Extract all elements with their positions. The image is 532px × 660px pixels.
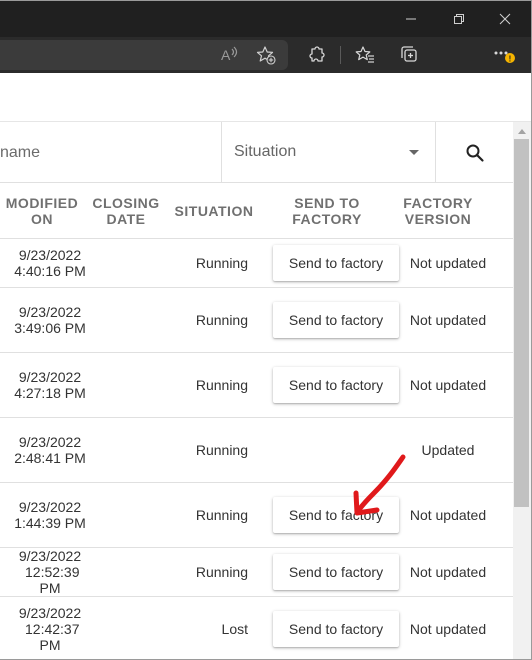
header-factory-version[interactable]: FACTORY VERSION xyxy=(396,183,480,239)
situation-cell: Running xyxy=(195,255,248,271)
closing-date-cell xyxy=(86,418,166,482)
factory-version-cell: Not updated xyxy=(409,564,487,580)
factory-version-cell: Not updated xyxy=(409,255,487,271)
caret-down-icon xyxy=(409,150,419,155)
factory-version-cell: Updated xyxy=(421,442,475,458)
situation-cell: Running xyxy=(195,442,248,458)
filter-bar: Situation xyxy=(0,122,513,183)
red-arrow-annotation xyxy=(353,454,406,516)
header-closing-date[interactable]: CLOSING DATE xyxy=(86,183,166,239)
modified-on-cell: 9/23/2022 2:48:41 PM xyxy=(0,418,100,482)
table-row: 9/23/2022 1:44:39 PM Running Send to factor… xyxy=(0,483,513,548)
favorites-icon[interactable] xyxy=(347,37,383,73)
modified-on-cell: 9/23/2022 12:52:39 PM xyxy=(0,548,100,596)
send-to-factory-cell: Send to factory xyxy=(270,597,402,659)
modified-time: 4:27:18 PM xyxy=(14,385,86,401)
browser-window: A ! name Situation MODIFIED ON CLOSING D… xyxy=(0,0,532,660)
send-to-factory-button[interactable]: Send to factory xyxy=(273,302,399,338)
svg-text:A: A xyxy=(221,47,231,63)
situation-cell: Lost xyxy=(221,620,248,637)
name-input[interactable] xyxy=(0,142,210,164)
table-row: 9/23/2022 4:27:18 PM Running Send to factor… xyxy=(0,353,513,418)
send-to-factory-cell: Send to factory xyxy=(270,288,402,352)
modified-time: 12:42:37 PM xyxy=(25,620,80,653)
collections-icon[interactable] xyxy=(391,37,427,73)
scrollbar-thumb[interactable] xyxy=(514,139,529,507)
close-icon[interactable] xyxy=(482,1,528,37)
closing-date-cell xyxy=(86,239,166,287)
situation-cell: Running xyxy=(195,377,248,393)
modified-time: 12:52:39 PM xyxy=(25,564,80,596)
table-row: 9/23/2022 2:48:41 PM Running Updated xyxy=(0,418,513,483)
modified-date: 9/23/2022 xyxy=(18,304,82,320)
add-favorite-icon[interactable] xyxy=(248,37,284,73)
modified-time: 2:48:41 PM xyxy=(14,450,86,466)
modified-time: 3:49:06 PM xyxy=(14,320,86,336)
browser-toolbar: A ! xyxy=(0,37,531,73)
send-to-factory-button[interactable]: Send to factory xyxy=(273,245,399,281)
situation-cell: Running xyxy=(195,564,248,580)
factory-version-cell: Not updated xyxy=(409,620,487,637)
svg-text:!: ! xyxy=(509,55,512,64)
situation-cell: Running xyxy=(195,312,248,328)
header-situation[interactable]: SITUATION xyxy=(168,183,260,239)
send-to-factory-button[interactable]: Send to factory xyxy=(273,610,399,647)
closing-date-cell xyxy=(86,353,166,417)
modified-date: 9/23/2022 xyxy=(18,499,82,515)
name-filter-field[interactable] xyxy=(0,122,222,183)
situation-select-label: Situation xyxy=(234,143,297,160)
minimize-icon[interactable] xyxy=(388,1,434,37)
toolbar-separator xyxy=(340,46,341,64)
factory-version-cell: Not updated xyxy=(409,377,487,393)
closing-date-cell xyxy=(86,483,166,547)
header-send-to-factory[interactable]: SEND TO FACTORY xyxy=(272,183,382,239)
table-row: 9/23/2022 4:40:16 PM Running Send to factor… xyxy=(0,239,513,288)
search-button[interactable] xyxy=(436,122,513,183)
scroll-up-arrow-icon[interactable] xyxy=(513,122,531,139)
modified-on-cell: 9/23/2022 3:49:06 PM xyxy=(0,288,100,352)
modified-date: 9/23/2022 xyxy=(18,434,82,450)
modified-time: 4:40:16 PM xyxy=(14,263,86,279)
situation-select[interactable]: Situation xyxy=(222,122,436,183)
modified-on-cell: 9/23/2022 12:42:37 PM xyxy=(0,597,100,659)
vertical-scrollbar[interactable] xyxy=(513,122,531,659)
modified-date: 9/23/2022 xyxy=(18,604,82,621)
table-header: MODIFIED ON CLOSING DATE SITUATION SEND … xyxy=(0,183,513,239)
send-to-factory-cell: Send to factory xyxy=(270,353,402,417)
extensions-icon[interactable] xyxy=(298,37,334,73)
title-bar xyxy=(0,1,531,37)
modified-time: 1:44:39 PM xyxy=(14,515,86,531)
header-modified-on[interactable]: MODIFIED ON xyxy=(0,183,84,239)
page-header xyxy=(0,73,531,122)
closing-date-cell xyxy=(86,597,166,659)
modified-date: 9/23/2022 xyxy=(18,247,82,263)
closing-date-cell xyxy=(86,548,166,596)
closing-date-cell xyxy=(86,288,166,352)
factory-version-cell: Not updated xyxy=(409,507,487,523)
send-to-factory-button[interactable]: Send to factory xyxy=(273,554,399,590)
factory-version-cell: Not updated xyxy=(409,312,487,328)
situation-cell: Running xyxy=(195,507,248,523)
page-content: Situation MODIFIED ON CLOSING DATE SITUA… xyxy=(0,73,531,659)
modified-on-cell: 9/23/2022 1:44:39 PM xyxy=(0,483,100,547)
read-aloud-icon[interactable]: A xyxy=(211,37,247,73)
modified-on-cell: 9/23/2022 4:40:16 PM xyxy=(0,239,100,287)
modified-date: 9/23/2022 xyxy=(18,548,82,564)
modified-date: 9/23/2022 xyxy=(18,369,82,385)
modified-on-cell: 9/23/2022 4:27:18 PM xyxy=(0,353,100,417)
send-to-factory-cell: Send to factory xyxy=(270,239,402,287)
table-row: 9/23/2022 3:49:06 PM Running Send to factor… xyxy=(0,288,513,353)
table-row: 9/23/2022 12:42:37 PM Lost Send to factory N… xyxy=(0,597,513,659)
more-icon[interactable]: ! xyxy=(486,37,522,73)
send-to-factory-cell: Send to factory xyxy=(270,548,402,596)
table-row: 9/23/2022 12:52:39 PM Running Send to facto… xyxy=(0,548,513,597)
address-bar[interactable]: A xyxy=(0,40,288,70)
restore-icon[interactable] xyxy=(436,1,482,37)
send-to-factory-button[interactable]: Send to factory xyxy=(273,367,399,403)
search-icon xyxy=(466,144,484,162)
